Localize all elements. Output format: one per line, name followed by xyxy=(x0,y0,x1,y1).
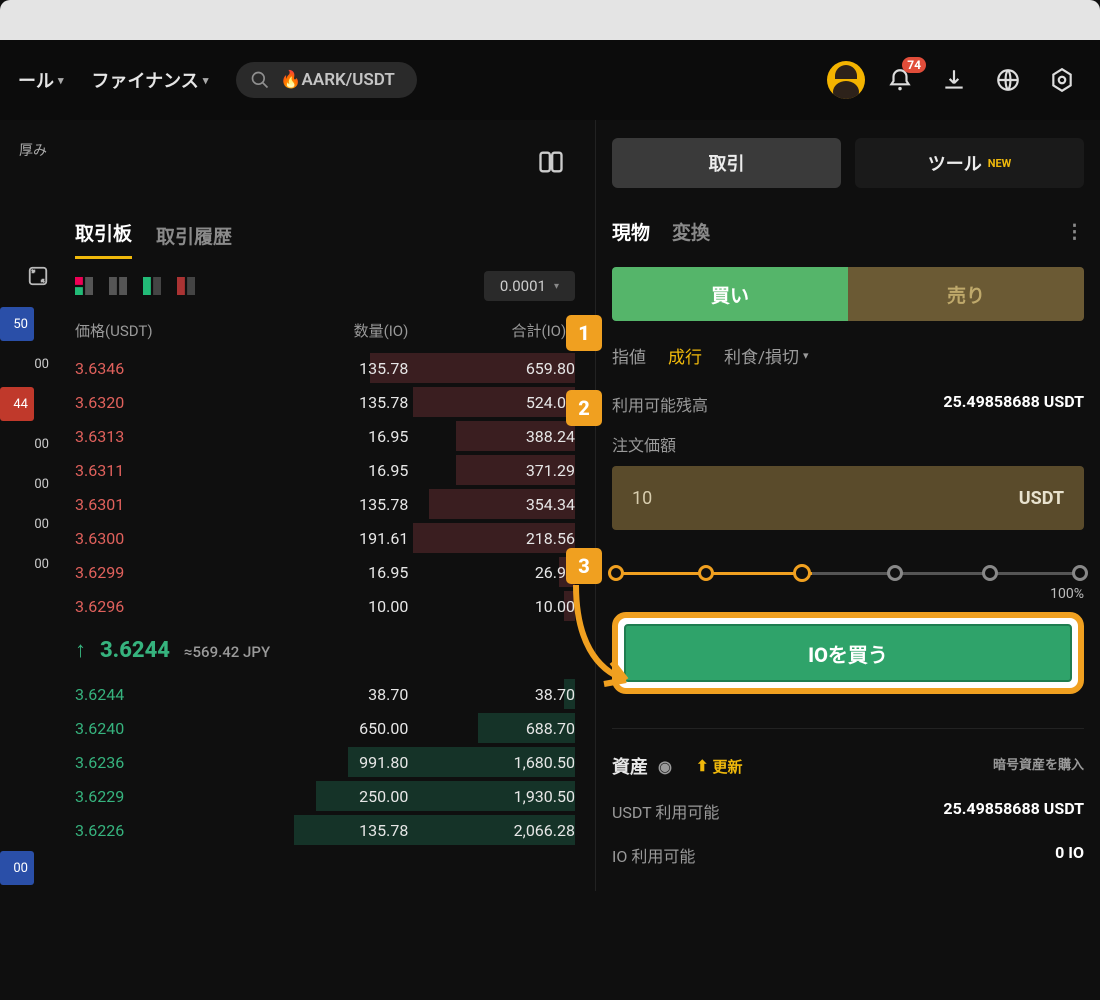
left-gutter: 厚み 50 00 44 00 00 00 00 00 xyxy=(0,120,55,891)
caret-down-icon: ▾ xyxy=(554,281,559,292)
tab-tools-label: ツール xyxy=(928,150,982,176)
caret-down-icon: ▾ xyxy=(203,74,209,87)
ordertype-market[interactable]: 成行 xyxy=(668,343,702,368)
orderbook-bid-row[interactable]: 3.624438.7038.70 xyxy=(55,677,595,711)
fire-icon: 🔥 xyxy=(280,70,301,90)
balance-label: 利用可能残高 xyxy=(612,392,708,416)
more-icon[interactable]: ⋮ xyxy=(1065,220,1084,243)
step-badge-3: 3 xyxy=(566,548,602,584)
gutter-pill: 44 xyxy=(0,387,34,421)
notifications-icon[interactable]: 74 xyxy=(880,60,920,100)
settings-icon[interactable] xyxy=(1042,60,1082,100)
step-badge-1: 1 xyxy=(566,315,602,351)
orderbook-ask-row[interactable]: 3.6320135.78524.02 xyxy=(55,385,595,419)
eye-icon[interactable]: ◉ xyxy=(658,757,672,776)
tab-trade[interactable]: 取引 xyxy=(612,138,841,188)
nav-label: ファイナンス xyxy=(92,67,199,93)
ordertype-stop[interactable]: 利食/損切 ▾ xyxy=(724,343,809,368)
tab-orderbook[interactable]: 取引板 xyxy=(75,219,132,259)
mid-price-fiat: ≈569.42 JPY xyxy=(184,643,270,661)
search-text: AARK/USDT xyxy=(302,70,395,90)
orderbook-bid-row[interactable]: 3.6240650.00688.70 xyxy=(55,711,595,745)
buy-submit-button[interactable]: IOを買う xyxy=(624,624,1072,682)
buy-crypto-link[interactable]: 暗号資産を購入 xyxy=(993,758,1084,774)
orderbook-ask-row[interactable]: 3.6300191.61218.56 xyxy=(55,521,595,555)
balance-value: 25.49858688 USDT xyxy=(943,392,1084,416)
guide-arrow-icon xyxy=(566,580,646,700)
col-total[interactable]: 合計(IO) ▾ xyxy=(408,320,575,341)
orderbook-view-asks-icon[interactable] xyxy=(177,277,195,295)
orderbook-bid-row[interactable]: 3.6229250.001,930.50 xyxy=(55,779,595,813)
trade-panel: 取引 ツール NEW 現物 変換 ⋮ 買い 売り 指値 成行 利食/損切 ▾ 利用… xyxy=(595,120,1100,891)
globe-icon[interactable] xyxy=(988,60,1028,100)
orderbook-bid-row[interactable]: 3.6236991.801,680.50 xyxy=(55,745,595,779)
amount-input[interactable]: 10 USDT xyxy=(612,466,1084,530)
gutter-pill: 00 xyxy=(0,507,55,541)
amount-label: 注文価額 xyxy=(612,432,1084,456)
browser-chrome xyxy=(0,0,1100,40)
side-buy-button[interactable]: 買い xyxy=(612,267,848,321)
slider-max-label: 100% xyxy=(1050,586,1084,602)
asset-row: IO 利用可能0 IO xyxy=(612,843,1084,867)
orderbook-panel: 取引板 取引履歴 0.0001 ▾ 価格(USDT) 数量(IO) 合計(IO) … xyxy=(55,120,595,891)
notifications-badge: 74 xyxy=(902,57,926,73)
download-icon[interactable] xyxy=(934,60,974,100)
mode-convert[interactable]: 変換 xyxy=(672,218,710,245)
mid-price: ↑ 3.6244 ≈569.42 JPY xyxy=(55,623,595,677)
arrow-up-icon: ⬆ xyxy=(696,757,709,775)
col-price: 価格(USDT) xyxy=(75,320,242,341)
ordertype-limit[interactable]: 指値 xyxy=(612,343,646,368)
tab-tools[interactable]: ツール NEW xyxy=(855,138,1084,188)
orderbook-ask-row[interactable]: 3.631316.95388.24 xyxy=(55,419,595,453)
amount-unit: USDT xyxy=(1019,488,1064,509)
side-sell-button[interactable]: 売り xyxy=(848,267,1084,321)
orderbook-ask-row[interactable]: 3.6301135.78354.34 xyxy=(55,487,595,521)
orderbook-ask-row[interactable]: 3.6346135.78659.80 xyxy=(55,351,595,385)
caret-down-icon: ▾ xyxy=(803,349,809,362)
avatar[interactable] xyxy=(826,60,866,100)
orderbook-header: 価格(USDT) 数量(IO) 合計(IO) ▾ xyxy=(55,309,595,351)
gutter-pill: 00 xyxy=(0,467,55,501)
nav-item-0[interactable]: ール ▾ xyxy=(18,67,64,93)
amount-value: 10 xyxy=(632,488,652,509)
orderbook-bid-row[interactable]: 3.6226135.782,066.28 xyxy=(55,813,595,847)
gutter-pill: 00 xyxy=(0,347,55,381)
assets-title: 資産 xyxy=(612,753,648,779)
orderbook-ask-row[interactable]: 3.631116.95371.29 xyxy=(55,453,595,487)
precision-select[interactable]: 0.0001 ▾ xyxy=(484,271,575,301)
orderbook-view-buy-icon[interactable] xyxy=(109,277,127,295)
layout-icon[interactable] xyxy=(537,148,565,176)
gutter-pill: 00 xyxy=(0,547,55,581)
orderbook-view-both-icon[interactable] xyxy=(75,277,93,295)
asset-row: USDT 利用可能25.49858688 USDT xyxy=(612,799,1084,823)
top-nav: ール ▾ ファイナンス ▾ 🔥AARK/USDT 74 xyxy=(0,40,1100,120)
orderbook-ask-row[interactable]: 3.629610.0010.00 xyxy=(55,589,595,623)
step-badge-2: 2 xyxy=(566,390,602,426)
assets-update[interactable]: ⬆更新 xyxy=(696,756,743,777)
gutter-pill: 50 xyxy=(0,307,34,341)
nav-item-1[interactable]: ファイナンス ▾ xyxy=(92,67,209,93)
caret-down-icon: ▾ xyxy=(58,74,64,87)
mode-spot[interactable]: 現物 xyxy=(612,218,650,245)
col-amount: 数量(IO) xyxy=(242,320,409,341)
amount-slider[interactable]: 100% xyxy=(612,558,1084,590)
orderbook-ask-row[interactable]: 3.629916.9526.95 xyxy=(55,555,595,589)
tab-trade-history[interactable]: 取引履歴 xyxy=(156,222,232,259)
search-pill[interactable]: 🔥AARK/USDT xyxy=(236,62,417,98)
gutter-label: 厚み xyxy=(0,135,55,165)
new-badge: NEW xyxy=(988,157,1012,170)
gutter-pill: 00 xyxy=(0,851,34,885)
gutter-pill: 00 xyxy=(0,427,55,461)
arrow-up-icon: ↑ xyxy=(75,637,86,663)
mid-price-value: 3.6244 xyxy=(100,638,170,663)
orderbook-view-bids-icon[interactable] xyxy=(143,277,161,295)
expand-icon[interactable] xyxy=(27,265,49,287)
precision-value: 0.0001 xyxy=(500,277,546,295)
search-icon xyxy=(250,70,270,90)
nav-label: ール xyxy=(18,67,54,93)
cta-highlight: IOを買う xyxy=(612,612,1084,694)
